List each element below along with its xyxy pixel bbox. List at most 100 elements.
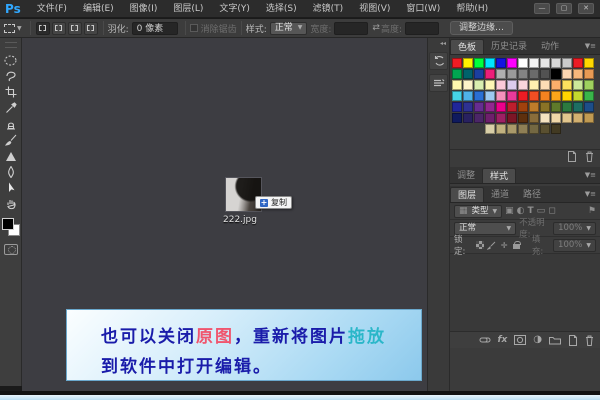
tab-channels[interactable]: 通道	[484, 187, 516, 202]
foreground-color-swatch[interactable]	[2, 218, 14, 230]
link-layers-icon[interactable]	[479, 336, 491, 344]
panel-menu-icon[interactable]: ▼≡	[581, 38, 600, 54]
menu-edit[interactable]: 编辑(E)	[75, 0, 122, 18]
width-input[interactable]	[334, 22, 368, 35]
crop-tool[interactable]	[1, 84, 21, 100]
properties-panel-icon[interactable]	[429, 74, 448, 92]
tab-styles[interactable]: 样式	[482, 168, 516, 183]
path-selection-tool[interactable]	[1, 180, 21, 196]
color-swatch[interactable]	[496, 69, 506, 79]
color-swatch[interactable]	[540, 58, 550, 68]
color-swatch[interactable]	[562, 102, 572, 112]
brush-tool[interactable]	[1, 132, 21, 148]
selection-mode-add-button[interactable]	[52, 22, 66, 35]
tab-history[interactable]: 历史记录	[484, 39, 534, 54]
color-swatch[interactable]	[518, 80, 528, 90]
color-swatch[interactable]	[529, 124, 539, 134]
color-swatch[interactable]	[562, 58, 572, 68]
color-swatch[interactable]	[496, 58, 506, 68]
selection-mode-new-button[interactable]	[36, 22, 50, 35]
color-swatch[interactable]	[562, 113, 572, 123]
color-swatch[interactable]	[485, 80, 495, 90]
color-swatch[interactable]	[474, 69, 484, 79]
swap-dimensions-icon[interactable]: ⇄	[372, 23, 380, 33]
maximize-button[interactable]: ▢	[556, 3, 572, 14]
color-swatch[interactable]	[507, 80, 517, 90]
color-swatch[interactable]	[463, 58, 473, 68]
color-swatch[interactable]	[573, 91, 583, 101]
delete-layer-icon[interactable]	[585, 335, 594, 346]
color-swatch[interactable]	[452, 58, 462, 68]
color-swatch[interactable]	[518, 69, 528, 79]
color-swatch[interactable]	[507, 69, 517, 79]
tab-adjustments[interactable]: 调整	[450, 168, 482, 183]
menu-view[interactable]: 视图(V)	[351, 0, 398, 18]
antialias-checkbox[interactable]	[190, 24, 198, 32]
color-swatch[interactable]	[562, 80, 572, 90]
color-swatch[interactable]	[551, 124, 561, 134]
height-input[interactable]	[405, 22, 439, 35]
color-swatch[interactable]	[529, 113, 539, 123]
tab-paths[interactable]: 路径	[516, 187, 548, 202]
color-swatch[interactable]	[485, 91, 495, 101]
menu-help[interactable]: 帮助(H)	[448, 0, 496, 18]
tab-swatches[interactable]: 色板	[450, 39, 484, 54]
color-swatch[interactable]	[540, 102, 550, 112]
selection-mode-intersect-button[interactable]	[84, 22, 98, 35]
color-swatch[interactable]	[551, 80, 561, 90]
feather-input[interactable]: 0 像素	[132, 22, 178, 35]
color-swatch[interactable]	[518, 91, 528, 101]
canvas-area[interactable]: + 复制 222.jpg 也可以关闭原图，重新将图片拖放 到软件中打开编辑。	[22, 38, 427, 391]
color-swatch[interactable]	[463, 91, 473, 101]
color-swatch[interactable]	[507, 124, 517, 134]
gradient-tool[interactable]	[1, 148, 21, 164]
color-swatch[interactable]	[485, 113, 495, 123]
color-swatch[interactable]	[573, 80, 583, 90]
menu-file[interactable]: 文件(F)	[29, 0, 75, 18]
color-swatch[interactable]	[496, 113, 506, 123]
menu-select[interactable]: 选择(S)	[258, 0, 305, 18]
lasso-tool[interactable]	[1, 68, 21, 84]
color-swatch[interactable]	[529, 58, 539, 68]
color-swatch[interactable]	[551, 102, 561, 112]
history-panel-icon[interactable]	[429, 52, 448, 70]
fill-dropdown[interactable]: 100% ▼	[553, 239, 596, 252]
menu-window[interactable]: 窗口(W)	[398, 0, 448, 18]
color-swatch[interactable]	[452, 102, 462, 112]
close-button[interactable]: ✕	[578, 3, 594, 14]
color-swatch[interactable]	[452, 80, 462, 90]
quick-mask-button[interactable]	[4, 244, 18, 255]
color-swatch[interactable]	[474, 113, 484, 123]
menu-filter[interactable]: 滤镜(T)	[305, 0, 352, 18]
hand-tool[interactable]	[1, 196, 21, 212]
refine-edge-button[interactable]: 调整边缘…	[450, 21, 513, 35]
color-swatch[interactable]	[463, 113, 473, 123]
color-swatch[interactable]	[551, 91, 561, 101]
color-swatch[interactable]	[507, 113, 517, 123]
color-swatch[interactable]	[474, 102, 484, 112]
color-swatch[interactable]	[540, 124, 550, 134]
color-swatch[interactable]	[584, 58, 594, 68]
lock-image-pixels-icon[interactable]	[487, 240, 496, 250]
color-swatch[interactable]	[485, 102, 495, 112]
color-swatch[interactable]	[518, 58, 528, 68]
color-swatch[interactable]	[584, 80, 594, 90]
color-swatch[interactable]	[463, 80, 473, 90]
tab-layers[interactable]: 图层	[450, 187, 484, 202]
color-swatch[interactable]	[507, 58, 517, 68]
color-swatch[interactable]	[584, 91, 594, 101]
style-dropdown[interactable]: 正常▼	[270, 22, 308, 35]
new-swatch-icon[interactable]	[567, 151, 577, 162]
color-swatch[interactable]	[562, 69, 572, 79]
tool-preset-picker[interactable]: ▼	[0, 24, 26, 33]
color-swatch[interactable]	[518, 124, 528, 134]
color-swatch[interactable]	[540, 80, 550, 90]
color-swatch[interactable]	[496, 124, 506, 134]
rectangular-marquee-tool[interactable]	[1, 52, 21, 68]
color-swatch[interactable]	[474, 80, 484, 90]
color-swatch[interactable]	[551, 69, 561, 79]
color-swatch[interactable]	[529, 69, 539, 79]
color-swatch[interactable]	[562, 91, 572, 101]
color-swatch[interactable]	[584, 113, 594, 123]
lock-transparent-pixels-icon[interactable]	[475, 240, 484, 250]
